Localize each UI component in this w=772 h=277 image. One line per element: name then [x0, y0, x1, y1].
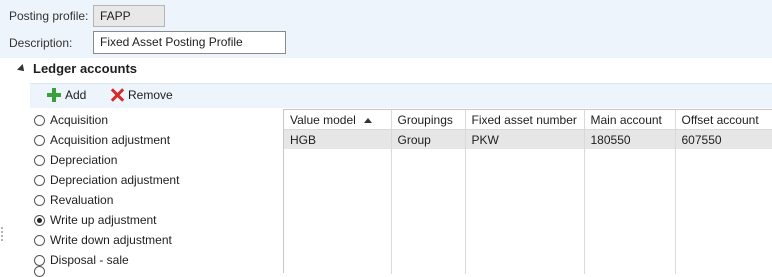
transaction-type-option[interactable]: Acquisition — [34, 110, 280, 130]
table-cell[interactable]: 607550 — [675, 129, 772, 149]
resize-grip-icon[interactable] — [0, 226, 4, 242]
transaction-type-label: Write down adjustment — [50, 233, 172, 247]
remove-icon — [110, 88, 124, 102]
radio-icon[interactable] — [34, 134, 45, 146]
empty-grid-area — [284, 149, 772, 274]
empty-cell — [391, 149, 466, 274]
transaction-type-label: Acquisition — [50, 113, 109, 127]
column-header-label: Groupings — [397, 112, 453, 127]
transaction-type-label: Disposal - sale — [50, 253, 129, 267]
column-header[interactable]: Value model — [284, 110, 392, 130]
empty-cell — [584, 149, 676, 274]
column-header-label: Fixed asset number — [471, 112, 577, 127]
table-cell[interactable]: HGB — [284, 129, 392, 149]
column-header[interactable]: Groupings — [391, 110, 466, 130]
add-button-label: Add — [65, 88, 87, 102]
radio-checked-icon[interactable] — [34, 214, 45, 226]
collapse-triangle-icon[interactable] — [17, 64, 27, 74]
radio-icon[interactable] — [34, 194, 45, 206]
transaction-type-label: Depreciation adjustment — [50, 173, 180, 187]
column-header-label: Offset account — [681, 112, 759, 127]
transaction-type-option[interactable]: Revaluation — [34, 190, 280, 210]
radio-icon[interactable] — [34, 234, 45, 246]
add-button[interactable]: Add — [47, 88, 86, 102]
transaction-type-option[interactable]: Write down adjustment — [34, 230, 280, 250]
posting-profile-label: Posting profile: — [9, 9, 89, 23]
radio-icon[interactable] — [34, 154, 45, 166]
transaction-type-label: Revaluation — [50, 193, 114, 207]
description-label: Description: — [9, 36, 73, 50]
transaction-type-label: Acquisition adjustment — [50, 133, 171, 147]
table-cell[interactable]: Group — [391, 129, 466, 149]
grid-header-row: Value model Groupings Fixed asset number Ma… — [284, 110, 772, 130]
column-header[interactable]: Fixed asset number — [465, 110, 585, 130]
empty-cell — [675, 149, 772, 274]
transaction-type-list: Acquisition Acquisition adjustment Depreci… — [34, 110, 280, 270]
column-header-label: Value model — [290, 112, 356, 127]
plus-icon — [47, 88, 61, 102]
table-row[interactable]: HGB Group PKW 180550 607550 — [284, 129, 772, 149]
column-header[interactable]: Offset account — [675, 110, 772, 130]
transaction-type-label: Depreciation — [50, 153, 118, 167]
toolbar: Add Remove — [30, 83, 772, 108]
transaction-type-label: Write up adjustment — [50, 213, 157, 227]
radio-icon[interactable] — [34, 174, 45, 186]
remove-button[interactable]: Remove — [110, 88, 173, 102]
transaction-type-option[interactable]: Depreciation adjustment — [34, 170, 280, 190]
transaction-type-option[interactable]: Write up adjustment — [34, 210, 280, 230]
column-header-label: Main account — [590, 112, 662, 127]
column-header[interactable]: Main account — [584, 110, 676, 130]
transaction-type-option[interactable]: Disposal - sale — [34, 250, 280, 270]
header-panel: Posting profile: FAPP Description: Fixed… — [0, 0, 772, 58]
ledger-accounts-grid: Value model Groupings Fixed asset number Ma… — [283, 109, 772, 274]
remove-button-label: Remove — [128, 88, 173, 102]
radio-icon[interactable] — [34, 254, 45, 266]
table-cell[interactable]: 180550 — [584, 129, 676, 149]
table-cell[interactable]: PKW — [465, 129, 585, 149]
posting-profile-field: FAPP — [93, 5, 165, 27]
radio-icon[interactable] — [34, 114, 45, 126]
sort-ascending-icon — [363, 117, 372, 123]
empty-cell — [284, 149, 392, 274]
empty-cell — [465, 149, 585, 274]
transaction-type-option[interactable]: Acquisition adjustment — [34, 130, 280, 150]
section-title[interactable]: Ledger accounts — [33, 61, 137, 76]
description-field[interactable]: Fixed Asset Posting Profile — [93, 31, 286, 54]
transaction-type-option[interactable]: Depreciation — [34, 150, 280, 170]
